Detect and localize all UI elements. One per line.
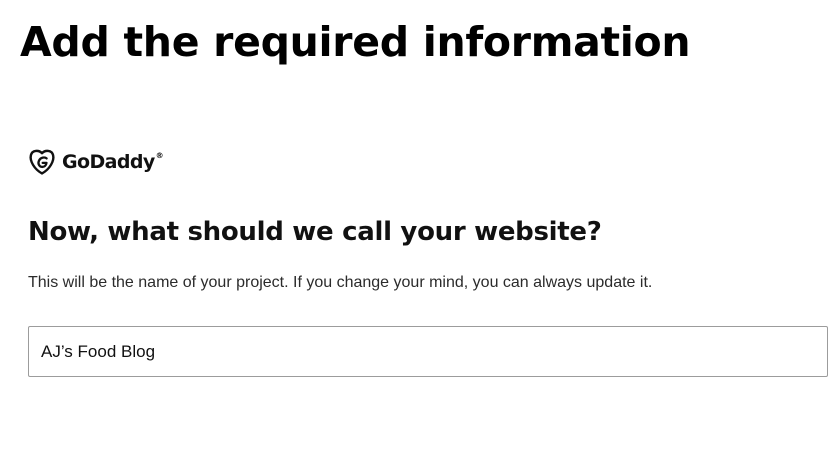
helper-text: This will be the name of your project. I… <box>28 274 653 291</box>
website-name-input[interactable] <box>28 326 828 377</box>
godaddy-logo-icon <box>29 149 55 175</box>
website-name-question: Now, what should we call your website? <box>28 217 602 247</box>
page-heading: Add the required information <box>20 18 691 66</box>
godaddy-logo: GoDaddy® <box>28 147 164 177</box>
brand-name: GoDaddy® <box>62 151 164 173</box>
trademark-symbol: ® <box>155 151 164 160</box>
